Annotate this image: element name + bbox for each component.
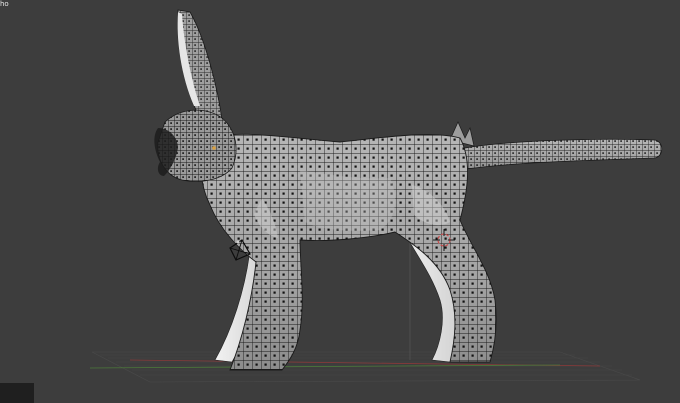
eye-highlight	[212, 146, 216, 150]
scene-canvas[interactable]	[0, 0, 680, 403]
ear	[177, 9, 223, 121]
corner-widget[interactable]	[0, 383, 34, 403]
ground-grid	[89, 240, 641, 383]
head	[154, 109, 237, 182]
3d-viewport[interactable]: ho	[0, 0, 680, 403]
light-icon[interactable]	[236, 240, 240, 244]
tail	[449, 121, 663, 171]
y-axis-line	[89, 364, 561, 369]
